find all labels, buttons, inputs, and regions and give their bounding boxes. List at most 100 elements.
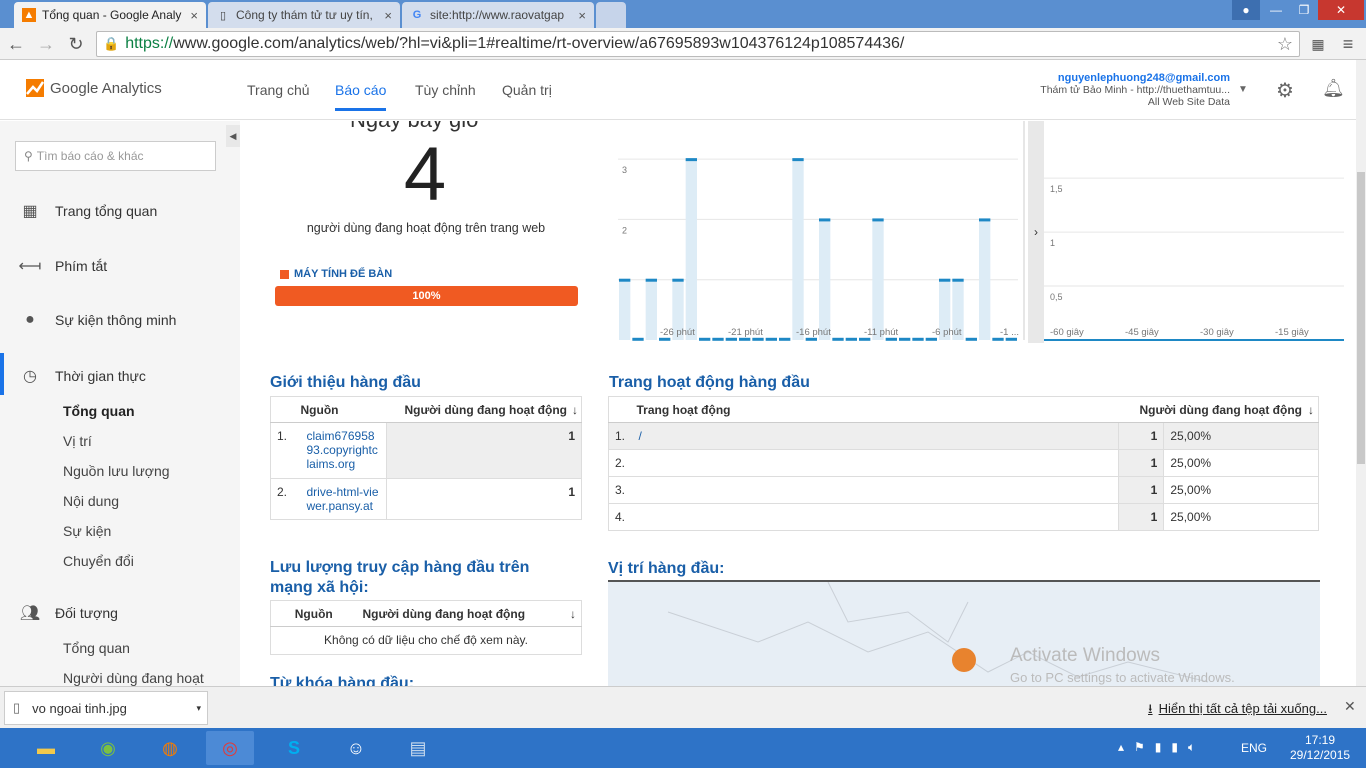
new-tab-button[interactable] (596, 2, 626, 28)
referrals-title: Giới thiệu hàng đầu (270, 374, 421, 391)
nav-trang-chu[interactable]: Trang chủ (247, 82, 310, 98)
y-tick-label: 1 (1050, 238, 1055, 248)
gear-icon[interactable]: ⚙ (1276, 78, 1294, 103)
clock[interactable]: 17:19 29/12/2015 (1290, 733, 1350, 763)
chart-bar-cap (685, 158, 697, 162)
notepad-icon[interactable]: ▤ (394, 731, 442, 765)
sidebar-sub-content[interactable]: Nội dung (63, 493, 119, 509)
reload-button[interactable]: ↻ (64, 32, 88, 56)
minimize-button[interactable]: — (1262, 0, 1290, 20)
chart-bar-cap (805, 337, 817, 341)
chevron-right-icon[interactable]: › (1028, 121, 1044, 343)
col-active-users[interactable]: Người dùng đang hoạt động ↓ (356, 600, 582, 627)
social-title: Lưu lượng truy cập hàng đầu trên mạng xã… (270, 559, 530, 596)
sidebar-item-audience[interactable]: 👥︎ Đối tượng (18, 603, 118, 623)
show-all-downloads-link[interactable]: ⭳ Hiển thị tất cả tệp tải xuống... (1148, 700, 1327, 722)
bell-icon[interactable]: 🔔︎ (1322, 78, 1345, 99)
nav-bao-cao[interactable]: Báo cáo (335, 82, 387, 111)
account-email: nguyenlephuong248@gmail.com (1057, 72, 1230, 84)
chrome-icon[interactable]: ◎ (206, 731, 254, 765)
file-explorer-icon[interactable]: ▬ (22, 731, 70, 765)
table-row: 3. 1 25,00% (608, 476, 1319, 504)
referral-source-link[interactable]: claim67695893.copyrightclaims.org (300, 422, 387, 479)
sidebar-sub-active-users[interactable]: Người dùng đang hoạt (63, 670, 204, 686)
col-active-users[interactable]: Người dùng đang hoạt động ↓ (386, 396, 582, 423)
device-legend: MÁY TÍNH ĐỂ BÀN (280, 268, 392, 280)
page-link[interactable] (632, 449, 1119, 477)
sidebar-item-shortcuts[interactable]: ⟻ Phím tắt (18, 256, 108, 276)
referral-source-link[interactable]: drive-html-viewer.pansy.at (300, 478, 387, 520)
chart-bar-cap (992, 337, 1004, 341)
skype-icon[interactable]: S (270, 731, 318, 765)
tab-google-search[interactable]: G site:http://www.raovatgap × (402, 2, 594, 28)
sidebar-sub-audience-overview[interactable]: Tổng quan (63, 640, 130, 656)
sidebar-sub-conversions[interactable]: Chuyển đổi (63, 553, 134, 569)
activation-watermark: Activate Windows Go to PC settings to ac… (1010, 646, 1235, 686)
page-link[interactable] (632, 476, 1119, 504)
nav-quan-tri[interactable]: Quản trị (502, 82, 552, 98)
download-item[interactable]: ▯ vo ngoai tinh.jpg ▾ (4, 691, 208, 725)
tab-title: site:http://www.raovatgap (430, 8, 565, 22)
forward-button[interactable]: → (34, 32, 58, 56)
scrollbar-thumb[interactable] (1357, 172, 1365, 464)
sort-down-icon[interactable]: ↓ (1308, 403, 1314, 417)
sidebar-sub-locations[interactable]: Vị trí (63, 433, 92, 449)
page-scrollbar[interactable] (1356, 60, 1366, 686)
nav-tuy-chinh[interactable]: Tùy chỉnh (415, 82, 476, 98)
chart-bar-cap (765, 337, 777, 341)
watermark-line1: Activate Windows (1010, 645, 1160, 666)
yahoo-messenger-icon[interactable]: ☺ (332, 731, 380, 765)
row-index: 1. (270, 422, 301, 479)
account-selector[interactable]: nguyenlephuong248@gmail.com Thám tử Bảo … (1040, 72, 1230, 108)
sidebar-sub-overview[interactable]: Tổng quan (63, 403, 135, 419)
close-icon[interactable]: × (190, 8, 198, 23)
tab-google-analytics[interactable]: ▲ Tổng quan - Google Analy × (14, 2, 206, 28)
ga-logo[interactable]: Google Analytics (26, 79, 162, 97)
user-icon[interactable]: ● (1232, 0, 1260, 20)
close-download-bar-icon[interactable]: ✕ (1344, 698, 1356, 715)
close-icon[interactable]: × (384, 8, 392, 23)
bookmark-star-icon[interactable]: ☆ (1277, 34, 1293, 55)
sidebar-item-label: Trang tổng quan (55, 203, 158, 219)
firefox-icon[interactable]: ◍ (146, 731, 194, 765)
x-tick-label: -21 phút (728, 327, 763, 338)
col-source[interactable]: Nguồn (300, 396, 387, 423)
report-search-input[interactable]: ⚲ Tìm báo cáo & khác (15, 141, 216, 171)
window-close-button[interactable]: ✕ (1318, 0, 1364, 20)
y-tick-label: 2 (622, 225, 627, 235)
sidebar-sub-traffic-sources[interactable]: Nguồn lưu lượng (63, 463, 170, 479)
tab-cong-ty-tham-tu[interactable]: ▯ Công ty thám tử tư uy tín, × (208, 2, 400, 28)
address-bar[interactable]: 🔒 https://www.google.com/analytics/web/?… (96, 31, 1300, 57)
close-icon[interactable]: × (578, 8, 586, 23)
chevron-down-icon[interactable]: ▾ (196, 703, 201, 714)
sidebar-sub-events[interactable]: Sự kiện (63, 523, 111, 539)
col-page[interactable]: Trang hoạt động (632, 396, 1119, 423)
col-active-users[interactable]: Người dùng đang hoạt động ↓ (1118, 396, 1319, 423)
analytics-favicon-icon: ▲ (22, 8, 36, 22)
sort-down-icon[interactable]: ↓ (570, 607, 576, 621)
chevron-down-icon[interactable]: ▼ (1238, 84, 1248, 95)
sort-down-icon[interactable]: ↓ (572, 403, 578, 417)
extension-icon[interactable]: ▦ (1306, 32, 1330, 56)
back-button[interactable]: ← (4, 32, 28, 56)
collapse-sidebar-button[interactable]: ◀ (226, 125, 240, 147)
top-pages-title: Trang hoạt động hàng đầu (609, 374, 810, 391)
sidebar-item-realtime[interactable]: ◷ Thời gian thực (18, 366, 146, 386)
sidebar-item-intelligence[interactable]: ● Sự kiện thông minh (18, 311, 176, 329)
account-property: Thám tử Bảo Minh - http://thuethamtuu... (1040, 84, 1230, 96)
top-locations-title: Vị trí hàng đầu: (608, 560, 725, 577)
device-percent: 100% (412, 290, 441, 302)
social-table: Nguồn Người dùng đang hoạt động ↓ Không c… (270, 600, 582, 655)
sidebar-item-dashboard[interactable]: ▦ Trang tổng quan (18, 201, 157, 221)
col-source[interactable]: Nguồn (270, 600, 357, 627)
system-tray-icons[interactable]: ▴⚑▮▮🔈︎ (1118, 740, 1205, 755)
page-link[interactable]: / (632, 422, 1119, 450)
page-link[interactable] (632, 503, 1119, 531)
maximize-button[interactable]: ❐ (1290, 0, 1318, 20)
empty-message: Không có dữ liệu cho chế độ xem này. (270, 626, 582, 655)
location-marker[interactable] (952, 648, 976, 672)
menu-icon[interactable]: ≡ (1336, 32, 1360, 56)
ga-logo-text: Google Analytics (50, 79, 162, 97)
language-indicator[interactable]: ENG (1241, 741, 1267, 755)
coccoc-icon[interactable]: ◉ (84, 731, 132, 765)
